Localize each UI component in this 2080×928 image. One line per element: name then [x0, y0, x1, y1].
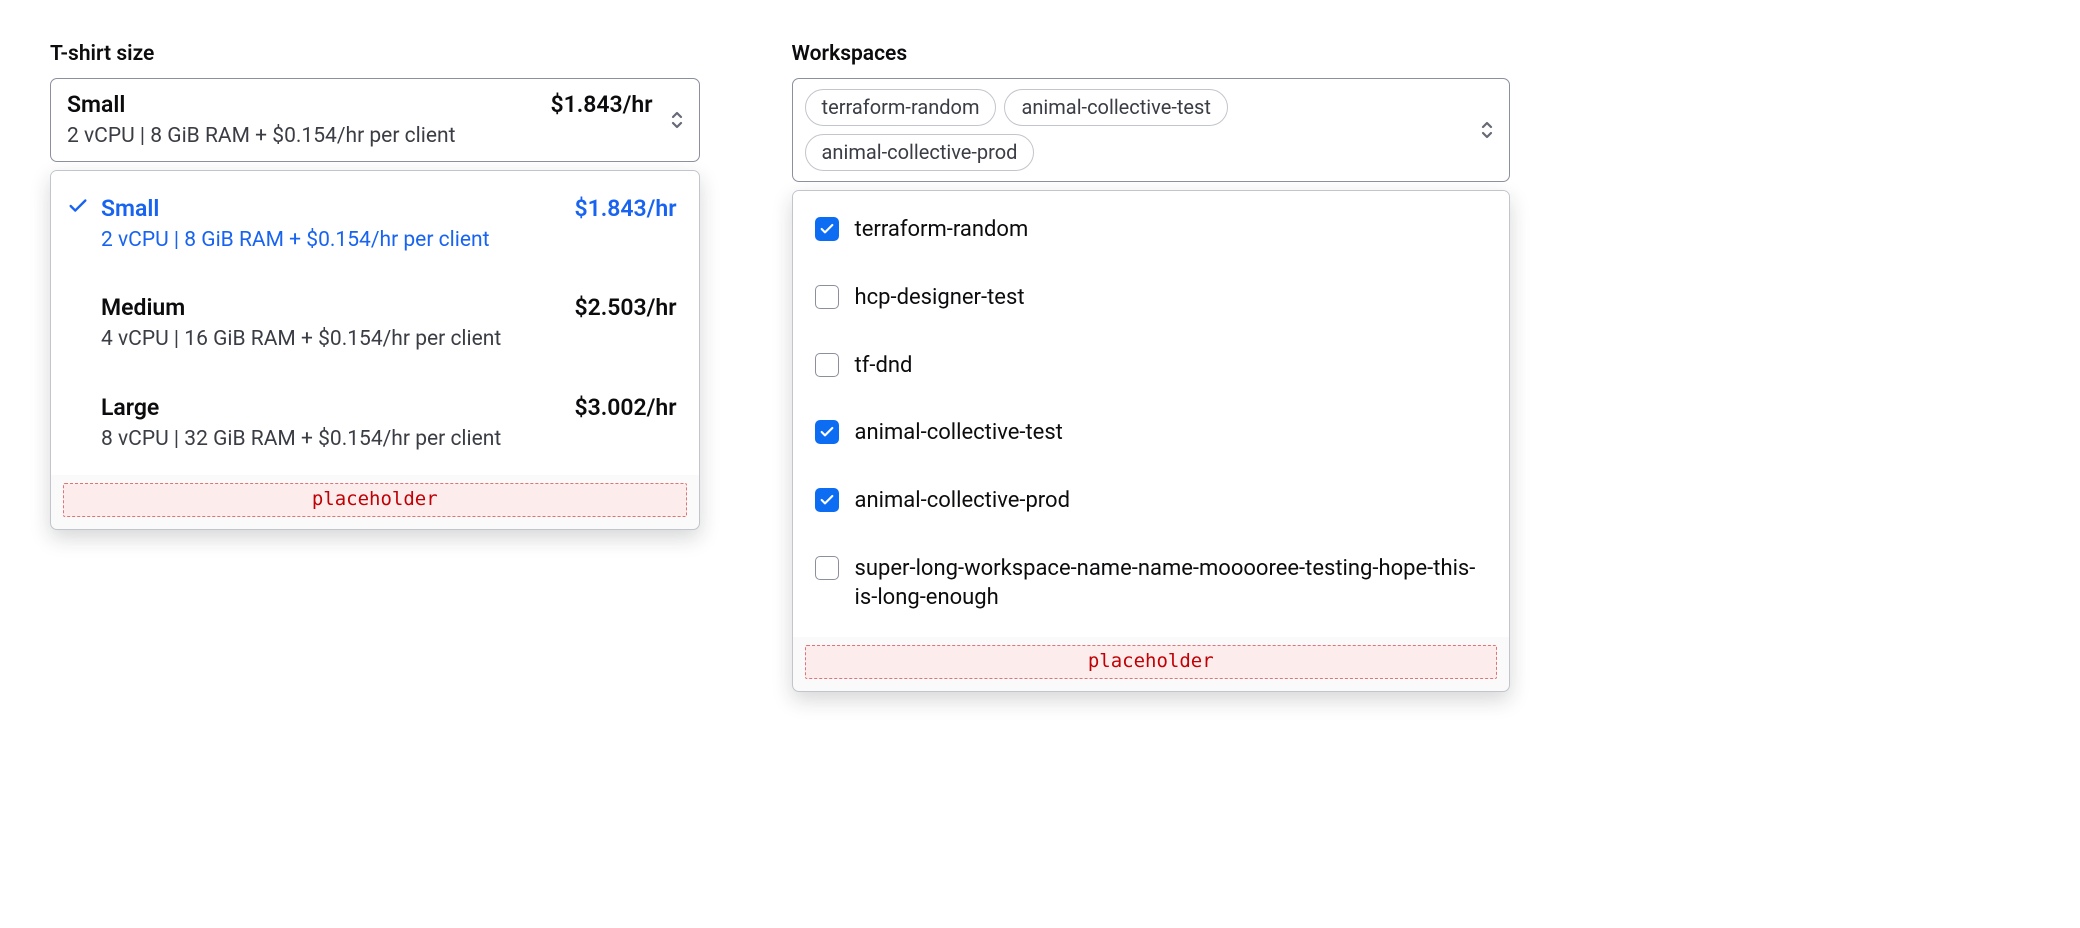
workspaces-footer-placeholder: placeholder — [805, 645, 1497, 679]
workspaces-option-label: tf-dnd — [855, 351, 913, 381]
workspaces-option[interactable]: super-long-workspace-name-name-mooooree-… — [793, 540, 1509, 627]
tshirt-size-footer-placeholder: placeholder — [63, 483, 687, 517]
workspaces-option[interactable]: animal-collective-test — [793, 404, 1509, 462]
workspaces-option[interactable]: animal-collective-prod — [793, 472, 1509, 530]
option-specs: 4 vCPU | 16 GiB RAM + $0.154/hr per clie… — [101, 325, 677, 353]
workspaces-option[interactable]: terraform-random — [793, 201, 1509, 259]
tshirt-size-listbox: Small $1.843/hr 2 vCPU | 8 GiB RAM + $0.… — [50, 170, 700, 530]
tshirt-option-small[interactable]: Small $1.843/hr 2 vCPU | 8 GiB RAM + $0.… — [51, 181, 699, 266]
check-icon — [67, 193, 101, 217]
workspaces-option[interactable]: hcp-designer-test — [793, 269, 1509, 327]
option-name: Large — [101, 392, 159, 423]
workspaces-option-label: super-long-workspace-name-name-mooooree-… — [855, 554, 1487, 613]
chevron-up-down-icon — [1479, 119, 1495, 141]
workspaces-tag[interactable]: terraform-random — [805, 89, 997, 126]
workspaces-listbox: terraform-random hcp-designer-test tf-dn… — [792, 190, 1510, 691]
tshirt-option-medium[interactable]: Medium $2.503/hr 4 vCPU | 16 GiB RAM + $… — [51, 280, 699, 365]
tshirt-size-options: Small $1.843/hr 2 vCPU | 8 GiB RAM + $0.… — [51, 171, 699, 475]
check-icon — [67, 392, 101, 394]
checkbox-icon[interactable] — [815, 556, 839, 580]
tshirt-option-large[interactable]: Large $3.002/hr 8 vCPU | 32 GiB RAM + $0… — [51, 380, 699, 465]
option-name: Medium — [101, 292, 185, 323]
workspaces-select-trigger[interactable]: terraform-random animal-collective-test … — [792, 78, 1510, 182]
tshirt-size-selected-name: Small — [67, 89, 125, 120]
option-price: $1.843/hr — [574, 193, 676, 224]
option-price: $3.002/hr — [574, 392, 676, 423]
tshirt-size-selected-price: $1.843/hr — [550, 89, 652, 120]
option-name: Small — [101, 193, 159, 224]
workspaces-option[interactable]: tf-dnd — [793, 337, 1509, 395]
workspaces-tag[interactable]: animal-collective-prod — [805, 134, 1035, 171]
checkbox-icon[interactable] — [815, 353, 839, 377]
option-price: $2.503/hr — [574, 292, 676, 323]
tshirt-size-selected-specs: 2 vCPU | 8 GiB RAM + $0.154/hr per clien… — [67, 122, 653, 150]
option-specs: 2 vCPU | 8 GiB RAM + $0.154/hr per clien… — [101, 226, 677, 254]
workspaces-label: Workspaces — [792, 40, 1510, 68]
checkbox-icon[interactable] — [815, 420, 839, 444]
tshirt-size-field: T-shirt size Small $1.843/hr 2 vCPU | 8 … — [50, 40, 700, 530]
check-icon — [67, 292, 101, 294]
workspaces-option-label: terraform-random — [855, 215, 1029, 245]
checkbox-icon[interactable] — [815, 285, 839, 309]
workspaces-option-label: hcp-designer-test — [855, 283, 1025, 313]
workspaces-option-label: animal-collective-prod — [855, 486, 1070, 516]
workspaces-options: terraform-random hcp-designer-test tf-dn… — [793, 191, 1509, 637]
workspaces-option-label: animal-collective-test — [855, 418, 1063, 448]
checkbox-icon[interactable] — [815, 217, 839, 241]
tshirt-size-select-trigger[interactable]: Small $1.843/hr 2 vCPU | 8 GiB RAM + $0.… — [50, 78, 700, 161]
chevron-up-down-icon — [669, 109, 685, 131]
tshirt-size-label: T-shirt size — [50, 40, 700, 68]
checkbox-icon[interactable] — [815, 488, 839, 512]
workspaces-tag[interactable]: animal-collective-test — [1004, 89, 1227, 126]
workspaces-field: Workspaces terraform-random animal-colle… — [792, 40, 1510, 692]
tshirt-size-selected-value: Small $1.843/hr 2 vCPU | 8 GiB RAM + $0.… — [67, 89, 653, 150]
option-specs: 8 vCPU | 32 GiB RAM + $0.154/hr per clie… — [101, 425, 677, 453]
